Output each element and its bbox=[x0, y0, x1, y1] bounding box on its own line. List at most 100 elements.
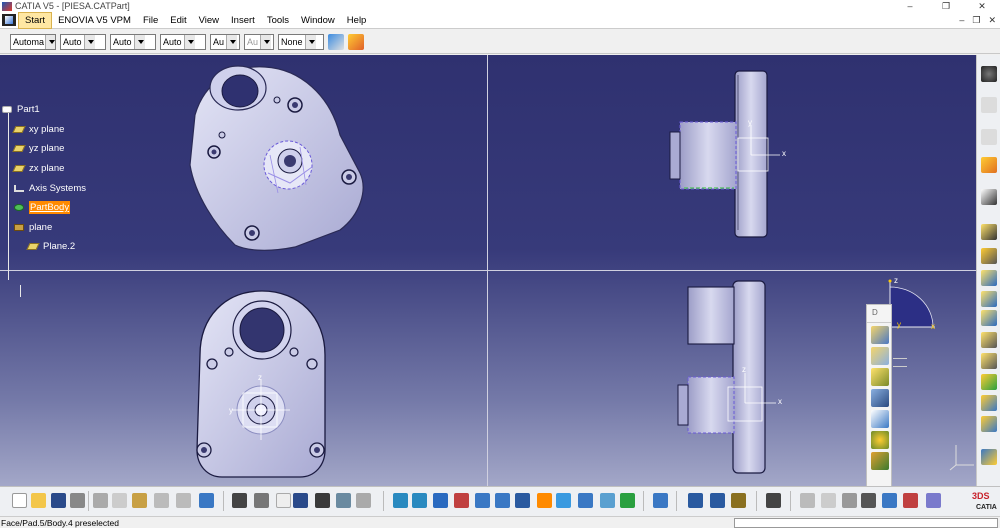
menu-edit[interactable]: Edit bbox=[164, 13, 192, 28]
tree-node-axis-systems[interactable]: Axis Systems bbox=[14, 182, 86, 195]
open-folder-icon[interactable] bbox=[31, 493, 46, 508]
menu-window[interactable]: Window bbox=[295, 13, 341, 28]
sketcher-icon[interactable] bbox=[981, 189, 997, 205]
brush-icon[interactable] bbox=[348, 33, 364, 50]
hole-icon[interactable] bbox=[981, 310, 997, 326]
grid-10-icon[interactable] bbox=[861, 493, 876, 508]
update-icon[interactable] bbox=[653, 493, 668, 508]
point-symbol-combo[interactable]: Au bbox=[210, 33, 240, 50]
sync-icon[interactable] bbox=[800, 493, 815, 508]
doc-restore-button[interactable]: ❐ bbox=[972, 12, 980, 29]
fly-mode-icon[interactable] bbox=[393, 493, 408, 508]
menu-enovia[interactable]: ENOVIA V5 VPM bbox=[52, 13, 137, 28]
menu-start[interactable]: Start bbox=[18, 11, 53, 29]
constraint-icon[interactable] bbox=[688, 493, 703, 508]
new-document-icon[interactable] bbox=[12, 493, 27, 508]
fit-all-in-icon[interactable] bbox=[412, 493, 427, 508]
toolbar-grip-icon[interactable] bbox=[981, 97, 997, 113]
workbench-gear-icon[interactable] bbox=[981, 66, 997, 82]
close-button[interactable]: ✕ bbox=[964, 0, 1000, 12]
shading-no-smooth-edges-icon[interactable] bbox=[871, 368, 889, 386]
tree-node-xy-plane[interactable]: xy plane bbox=[12, 123, 64, 136]
menu-view[interactable]: View bbox=[193, 13, 225, 28]
toolbar-grip-icon[interactable] bbox=[981, 129, 997, 145]
formula-fx-icon[interactable] bbox=[232, 493, 247, 508]
select-arrow-icon[interactable] bbox=[981, 157, 997, 173]
cut-icon[interactable] bbox=[93, 493, 108, 508]
point-icon[interactable] bbox=[842, 493, 857, 508]
measure-between-icon[interactable] bbox=[276, 493, 291, 508]
tree-node-yz-plane[interactable]: yz plane bbox=[12, 142, 64, 155]
doc-minimize-button[interactable]: – bbox=[959, 12, 964, 29]
table-icon[interactable] bbox=[293, 493, 308, 508]
multi-view-icon[interactable] bbox=[537, 493, 552, 508]
pocket-icon[interactable] bbox=[981, 248, 997, 264]
apply-material-icon[interactable] bbox=[336, 493, 351, 508]
iso-view-icon[interactable] bbox=[556, 493, 571, 508]
menu-tools[interactable]: Tools bbox=[261, 13, 295, 28]
print-icon[interactable] bbox=[70, 493, 85, 508]
axis-system-tool-icon[interactable] bbox=[356, 493, 371, 508]
pan-icon[interactable] bbox=[433, 493, 448, 508]
shading-icon[interactable] bbox=[871, 326, 889, 344]
redo-icon[interactable] bbox=[176, 493, 191, 508]
fillet-icon[interactable] bbox=[981, 374, 997, 390]
paste-icon[interactable] bbox=[132, 493, 147, 508]
dimension-icon[interactable] bbox=[903, 493, 918, 508]
groove-icon[interactable] bbox=[981, 291, 997, 307]
menu-help[interactable]: Help bbox=[341, 13, 373, 28]
draft-icon[interactable] bbox=[981, 416, 997, 432]
format-painter-icon[interactable] bbox=[328, 33, 344, 50]
list-icon[interactable] bbox=[926, 493, 941, 508]
snap-icon[interactable] bbox=[882, 493, 897, 508]
measure-item-icon[interactable] bbox=[315, 493, 330, 508]
material-icon[interactable] bbox=[871, 431, 889, 449]
transparency-combo[interactable]: Auto bbox=[60, 33, 106, 50]
undo-icon[interactable] bbox=[154, 493, 169, 508]
tree-node-plane2[interactable]: Plane.2 bbox=[26, 240, 75, 253]
tree-node-zx-plane[interactable]: zx plane bbox=[12, 162, 64, 175]
tree-root-part1[interactable]: Part1 bbox=[2, 103, 40, 116]
shading-with-edges-icon[interactable] bbox=[871, 347, 889, 365]
compass-icon[interactable]: z y x bbox=[885, 277, 955, 347]
line-type-combo[interactable]: Auto bbox=[160, 33, 206, 50]
document-icon[interactable] bbox=[2, 14, 16, 26]
constraint-dialog-icon[interactable] bbox=[710, 493, 725, 508]
pad-icon[interactable] bbox=[981, 224, 997, 240]
customize-view-icon[interactable] bbox=[871, 452, 889, 470]
rotate-icon[interactable] bbox=[454, 493, 469, 508]
knowledge-advisor-icon[interactable] bbox=[254, 493, 269, 508]
copy-icon[interactable] bbox=[112, 493, 127, 508]
hide-show-icon[interactable] bbox=[600, 493, 615, 508]
restore-button[interactable]: ❐ bbox=[928, 0, 964, 12]
tree-node-plane-set[interactable]: plane bbox=[14, 221, 52, 234]
slot-icon[interactable] bbox=[981, 353, 997, 369]
shading-mode-icon[interactable] bbox=[578, 493, 593, 508]
swap-visible-space-icon[interactable] bbox=[620, 493, 635, 508]
line-thickness-combo[interactable]: Auto bbox=[110, 33, 156, 50]
menu-file[interactable]: File bbox=[137, 13, 164, 28]
rendering-style-combo[interactable]: Au bbox=[244, 33, 274, 50]
hidden-edges-icon[interactable] bbox=[871, 389, 889, 407]
normal-view-icon[interactable] bbox=[515, 493, 530, 508]
shaft-icon[interactable] bbox=[981, 270, 997, 286]
tree-node-partbody[interactable]: PartBody bbox=[14, 201, 71, 214]
viewport-3d[interactable]: y x z y z x Part1 xy plane yz plane zx p… bbox=[0, 55, 976, 486]
save-icon[interactable] bbox=[51, 493, 66, 508]
zoom-out-icon[interactable] bbox=[495, 493, 510, 508]
fill-color-combo[interactable]: Automa bbox=[10, 33, 56, 50]
shell-icon[interactable] bbox=[981, 449, 997, 465]
capture-camera-icon[interactable] bbox=[766, 493, 781, 508]
layer-combo[interactable]: None bbox=[278, 33, 324, 50]
power-input-field[interactable] bbox=[734, 518, 998, 528]
wireframe-icon[interactable] bbox=[871, 410, 889, 428]
zoom-in-icon[interactable] bbox=[475, 493, 490, 508]
minimize-button[interactable]: – bbox=[892, 0, 928, 12]
doc-close-button[interactable]: ✕ bbox=[988, 12, 996, 29]
geometry-canvas[interactable]: y x z y z x bbox=[0, 55, 976, 486]
analysis-icon[interactable] bbox=[821, 493, 836, 508]
floating-toolbar-header[interactable]: D bbox=[867, 305, 891, 323]
menu-insert[interactable]: Insert bbox=[225, 13, 261, 28]
whats-this-help-icon[interactable] bbox=[199, 493, 214, 508]
chamfer-icon[interactable] bbox=[981, 395, 997, 411]
